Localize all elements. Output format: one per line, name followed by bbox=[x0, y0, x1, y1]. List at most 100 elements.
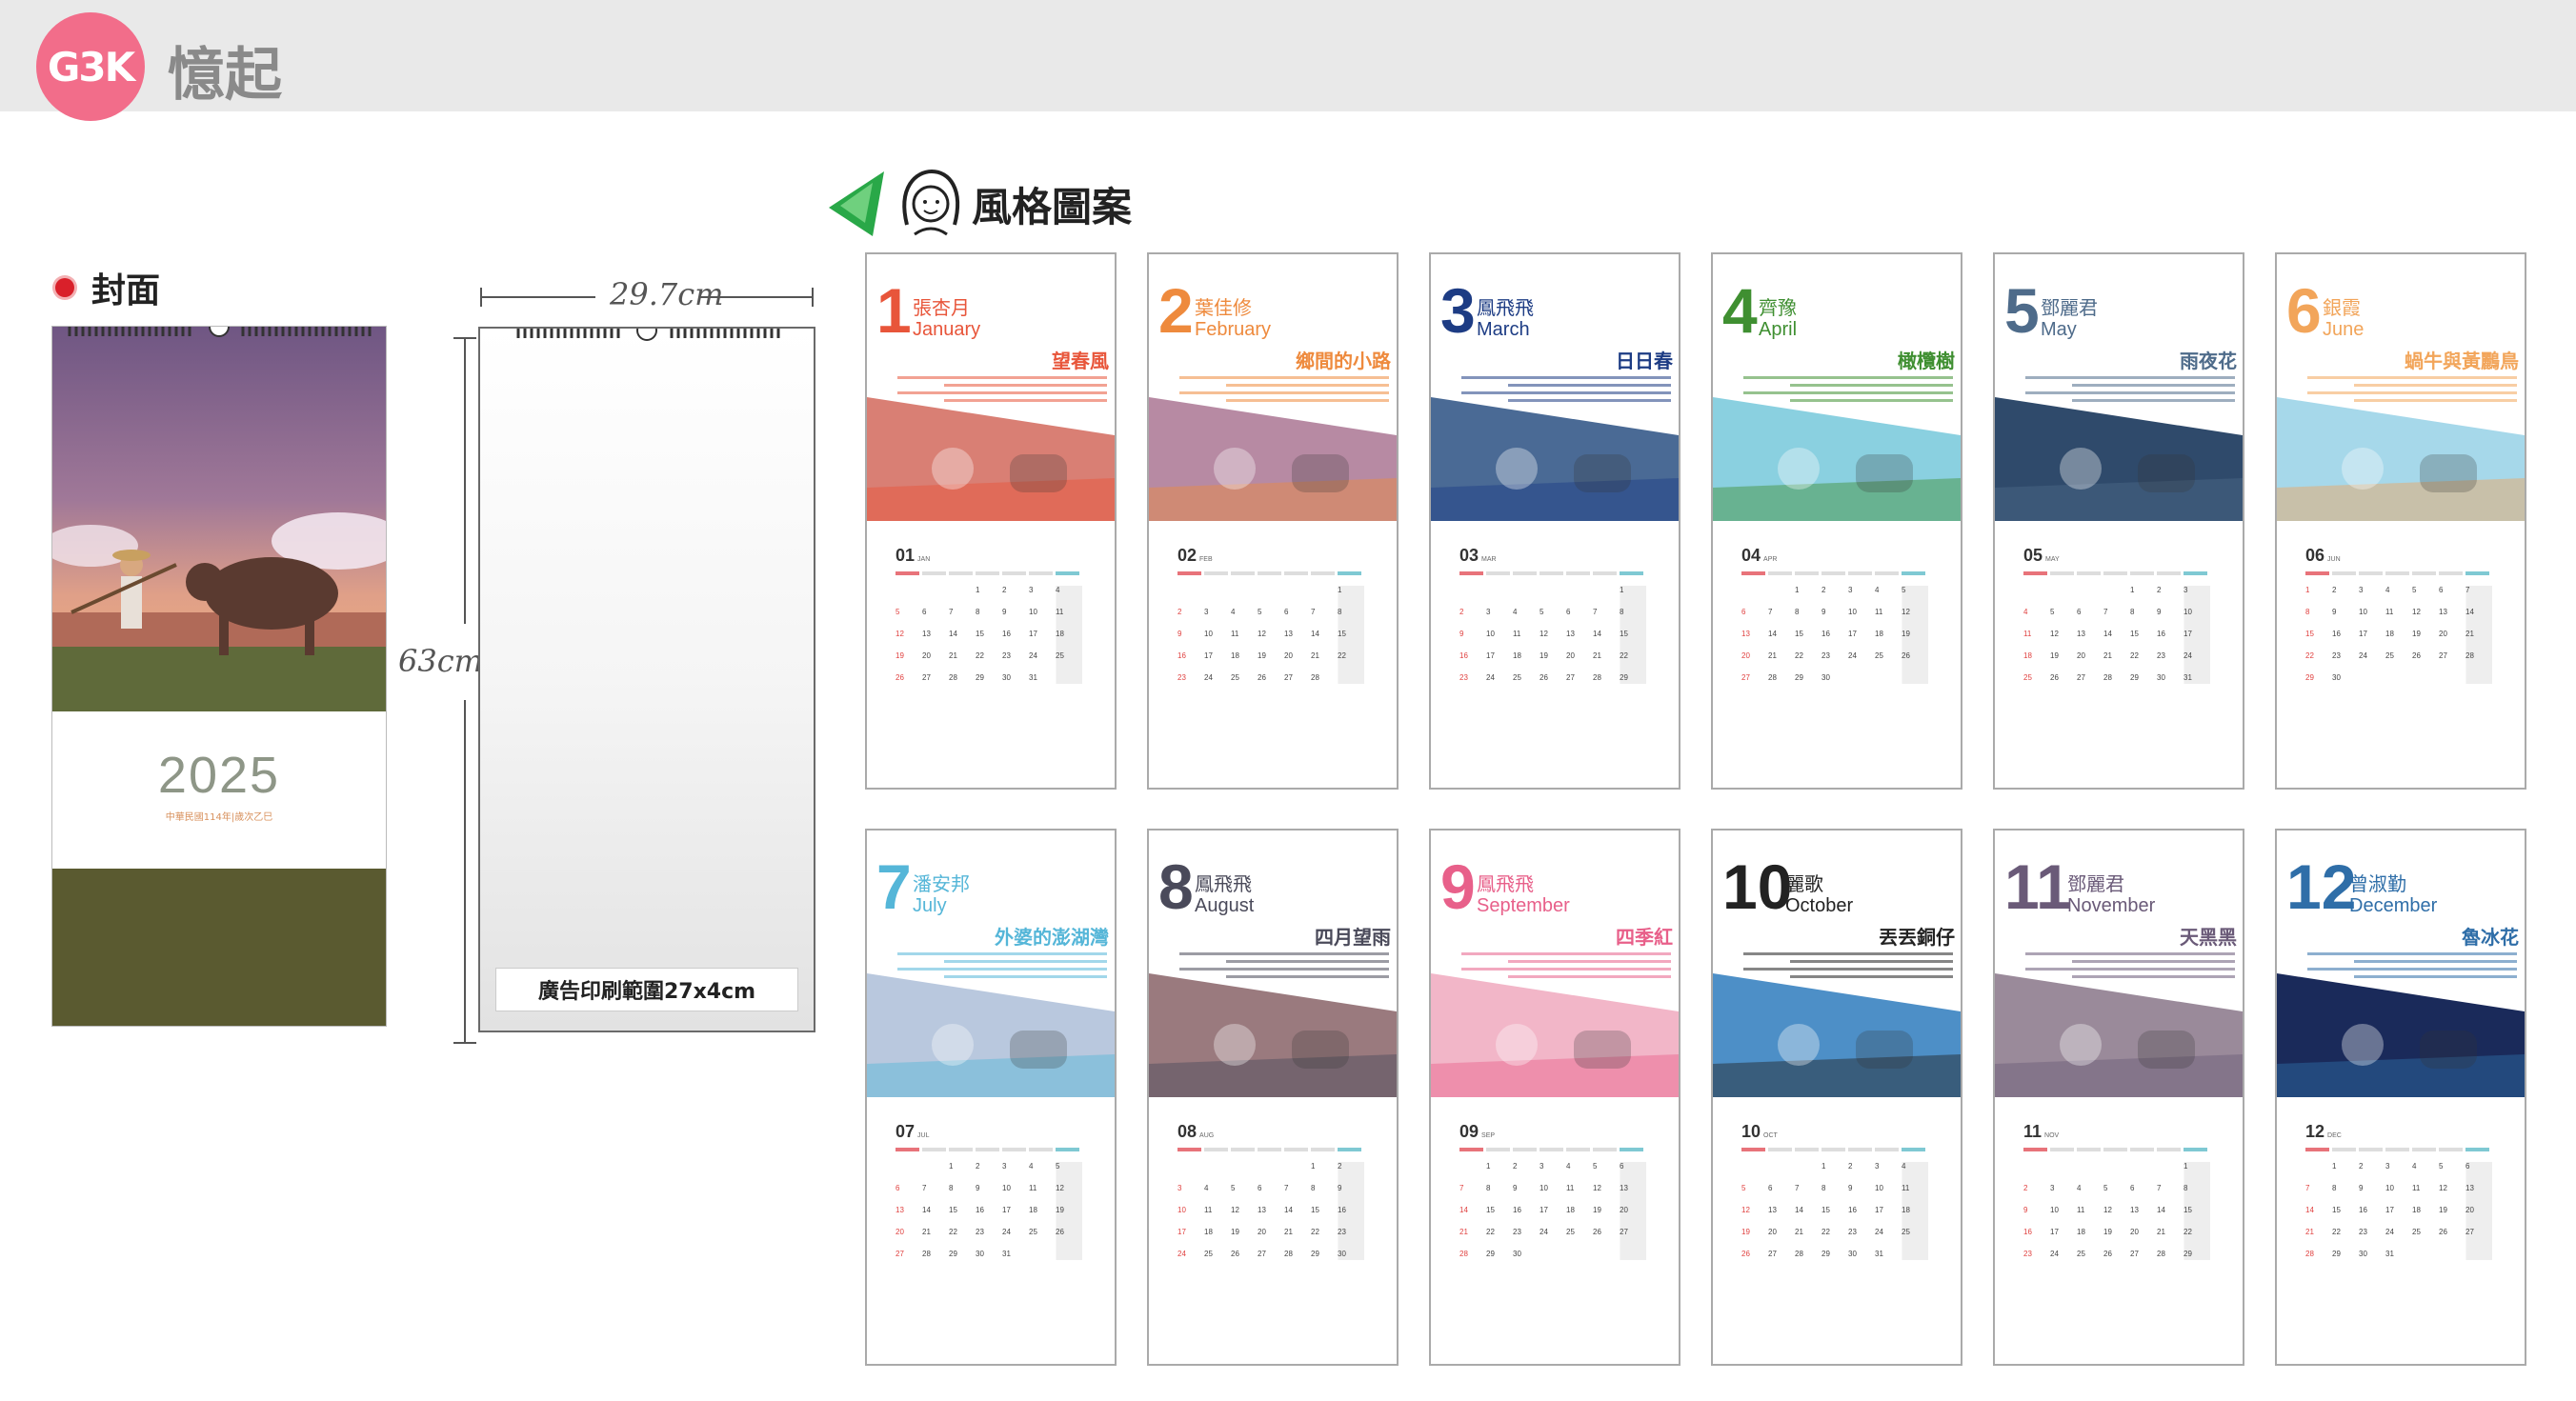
song-title: 蝸牛與黃鸝鳥 bbox=[2405, 350, 2519, 372]
day-cell: 23 bbox=[2332, 651, 2341, 660]
day-cell: 8 bbox=[976, 608, 980, 616]
day-cell: 12 bbox=[1902, 608, 1910, 616]
singer-name: 鄧麗君 bbox=[2041, 296, 2098, 319]
weekday-cell bbox=[2465, 1148, 2489, 1151]
day-cell: 27 bbox=[2077, 673, 2085, 682]
song-title: 四季紅 bbox=[1616, 926, 1673, 949]
day-cell: 3 bbox=[2385, 1162, 2390, 1171]
calendar-month-abbr: MAR bbox=[1481, 556, 1497, 563]
day-cell: 25 bbox=[1513, 673, 1521, 682]
day-cell: 31 bbox=[1875, 1250, 1883, 1258]
calendar-month-abbr: JUN bbox=[2327, 556, 2341, 563]
day-cell: 30 bbox=[2359, 1250, 2367, 1258]
day-cell: 14 bbox=[2157, 1206, 2165, 1214]
weekday-cell bbox=[1821, 571, 1845, 575]
day-cell: 8 bbox=[2305, 608, 2310, 616]
weekday-cell bbox=[1029, 571, 1053, 575]
weekday-cell bbox=[1848, 571, 1872, 575]
day-cell: 24 bbox=[1177, 1250, 1186, 1258]
day-cell: 24 bbox=[1848, 651, 1857, 660]
day-cell: 15 bbox=[1338, 630, 1346, 638]
calendar-month-abbr: DEC bbox=[2327, 1132, 2342, 1139]
day-cell: 18 bbox=[2023, 651, 2032, 660]
day-cell: 22 bbox=[1311, 1228, 1319, 1236]
weekday-cell bbox=[1459, 571, 1483, 575]
day-cell: 6 bbox=[1284, 608, 1289, 616]
day-cell: 1 bbox=[976, 586, 980, 594]
day-cell: 7 bbox=[2157, 1184, 2162, 1192]
day-cell: 25 bbox=[1231, 673, 1239, 682]
calendar-month-number: 04 bbox=[1741, 546, 1761, 565]
day-cell: 27 bbox=[1258, 1250, 1266, 1258]
day-cell: 9 bbox=[976, 1184, 980, 1192]
day-cell: 21 bbox=[1795, 1228, 1803, 1236]
calendar-month-number: 07 bbox=[896, 1122, 916, 1141]
weekday-cell bbox=[2439, 571, 2463, 575]
day-cell bbox=[922, 586, 949, 596]
day-cell: 28 bbox=[922, 1250, 931, 1258]
lyrics-line bbox=[2354, 960, 2517, 963]
day-cell: 19 bbox=[2050, 651, 2059, 660]
day-cell: 26 bbox=[1231, 1250, 1239, 1258]
day-cell: 3 bbox=[1002, 1162, 1007, 1171]
day-cell: 1 bbox=[1821, 1162, 1826, 1171]
lyrics-line bbox=[1790, 384, 1953, 387]
day-cell bbox=[1459, 586, 1486, 596]
month-number: 1 bbox=[876, 275, 912, 346]
day-cell: 4 bbox=[1513, 608, 1518, 616]
day-cell: 18 bbox=[1029, 1206, 1037, 1214]
singer-name: 麗歌 bbox=[1785, 872, 1823, 895]
day-cell: 1 bbox=[1338, 586, 1342, 594]
weekday-cell bbox=[2184, 1148, 2207, 1151]
day-cell: 19 bbox=[1902, 630, 1910, 638]
weekday-cell bbox=[922, 571, 946, 575]
month-calendar: 06 JUN 1 2 3 4 5 6 7 8 9 10 11 12 13 14 15 16 17 18 19 20 21 22… bbox=[2305, 546, 2492, 684]
weekday-cell bbox=[1258, 1148, 1281, 1151]
day-cell: 1 bbox=[1311, 1162, 1316, 1171]
lyrics-line bbox=[1461, 968, 1671, 971]
day-cell: 17 bbox=[2184, 630, 2192, 638]
day-cell: 13 bbox=[2077, 630, 2085, 638]
day-cell: 10 bbox=[1177, 1206, 1186, 1214]
weekday-header bbox=[1741, 571, 1928, 576]
month-english: January bbox=[913, 319, 981, 340]
day-cell bbox=[922, 1162, 949, 1172]
day-cell: 19 bbox=[2439, 1206, 2447, 1214]
day-cell: 14 bbox=[922, 1206, 931, 1214]
day-cell: 10 bbox=[1029, 608, 1037, 616]
singer-name: 銀霞 bbox=[2323, 296, 2361, 319]
calendar-month-number: 02 bbox=[1177, 546, 1197, 565]
day-cell: 11 bbox=[1513, 630, 1521, 638]
day-cell: 25 bbox=[1566, 1228, 1575, 1236]
day-cell: 16 bbox=[2023, 1228, 2032, 1236]
day-cell: 20 bbox=[1284, 651, 1293, 660]
day-cell: 27 bbox=[922, 673, 931, 682]
day-cell: 25 bbox=[1875, 651, 1883, 660]
day-cell: 24 bbox=[2385, 1228, 2394, 1236]
weekday-cell bbox=[1513, 571, 1537, 575]
day-cell: 7 bbox=[2103, 608, 2108, 616]
day-cell: 16 bbox=[976, 1206, 984, 1214]
month-calendar: 04 APR 1 2 3 4 5 6 7 8 9 10 11 12 13 14 15 16 17 18 19 20 21 22… bbox=[1741, 546, 1928, 684]
day-cell: 13 bbox=[896, 1206, 904, 1214]
day-cell: 17 bbox=[1177, 1228, 1186, 1236]
day-cell bbox=[1258, 1162, 1284, 1172]
day-cell: 26 bbox=[2439, 1228, 2447, 1236]
month-english: April bbox=[1759, 319, 1798, 340]
day-cell: 29 bbox=[1821, 1250, 1830, 1258]
day-cell: 26 bbox=[896, 673, 904, 682]
calendar-month-abbr: JUL bbox=[917, 1132, 930, 1139]
day-cell bbox=[1741, 1162, 1768, 1172]
day-cell: 3 bbox=[1177, 1184, 1182, 1192]
day-cell: 29 bbox=[2332, 1250, 2341, 1258]
day-cell: 20 bbox=[896, 1228, 904, 1236]
day-cell: 13 bbox=[922, 630, 931, 638]
weekday-cell bbox=[1486, 1148, 1510, 1151]
weekday-cell bbox=[1056, 1148, 1079, 1151]
day-cell: 12 bbox=[2439, 1184, 2447, 1192]
month-number: 8 bbox=[1158, 851, 1194, 922]
day-cell bbox=[1513, 586, 1540, 596]
month-english: May bbox=[2041, 319, 2077, 340]
day-cell: 9 bbox=[1459, 630, 1464, 638]
singer-name: 鳳飛飛 bbox=[1195, 872, 1252, 895]
